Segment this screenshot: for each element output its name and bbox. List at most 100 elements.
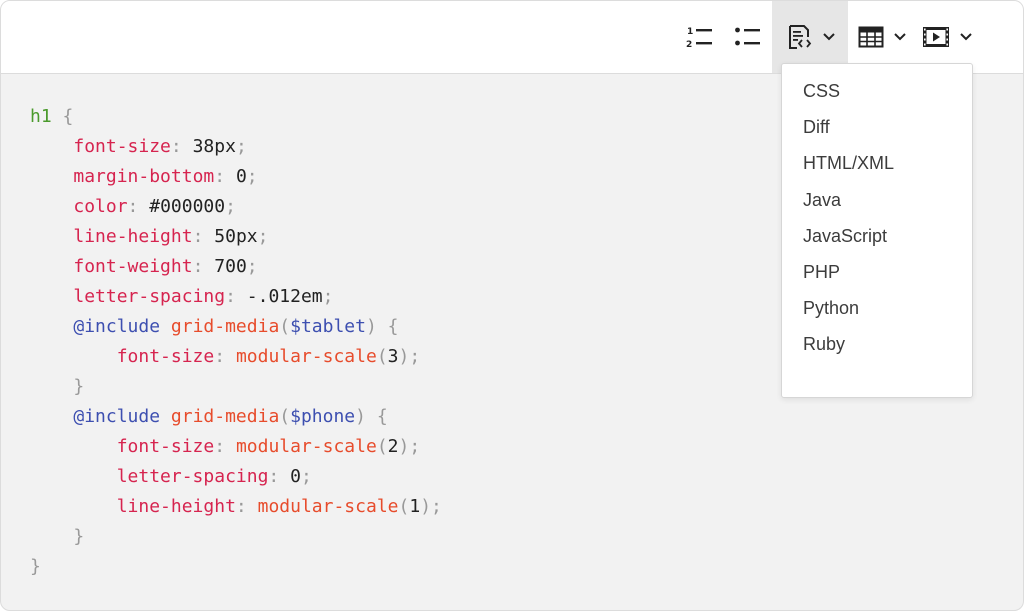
- code-token: );: [420, 496, 442, 517]
- code-line: @include grid-media($phone) {: [30, 402, 442, 432]
- code-token: font-weight: [73, 256, 193, 277]
- code-language-option[interactable]: Python: [782, 290, 972, 326]
- code-token: );: [398, 346, 421, 367]
- code-token: ) {: [355, 406, 388, 427]
- code-token: (: [279, 406, 291, 427]
- code-language-option[interactable]: Ruby: [782, 326, 972, 362]
- code-token: 700: [214, 256, 247, 277]
- code-token: @include: [73, 406, 161, 427]
- code-line: }: [30, 552, 442, 582]
- code-token: 2: [387, 436, 399, 457]
- code-line: letter-spacing: -.012em;: [30, 282, 442, 312]
- code-token: grid-media: [170, 316, 280, 337]
- code-line: line-height: modular-scale(1);: [30, 492, 442, 522]
- code-line: font-size: 38px;: [30, 132, 442, 162]
- code-token: ) {: [365, 316, 399, 337]
- code-token: modular-scale: [235, 436, 377, 457]
- code-token: ;: [257, 226, 269, 247]
- code-token: font-size: [116, 346, 215, 367]
- code-language-option[interactable]: Diff: [782, 109, 972, 145]
- code-token: :: [170, 136, 193, 157]
- code-token: (: [376, 436, 388, 457]
- bulleted-list-icon: [735, 27, 760, 46]
- code-token: {: [51, 106, 74, 127]
- code-token: color: [73, 196, 128, 217]
- code-token: ;: [246, 256, 258, 277]
- code-token: grid-media: [170, 406, 280, 427]
- chevron-down-icon: [960, 33, 972, 41]
- code-token: ;: [322, 286, 334, 307]
- code-line: color: #000000;: [30, 192, 442, 222]
- code-line: font-size: modular-scale(2);: [30, 432, 442, 462]
- table-icon: [858, 26, 884, 48]
- code-token: :: [214, 166, 236, 187]
- code-block-content[interactable]: h1 { font-size: 38px; margin-bottom: 0; …: [30, 102, 442, 582]
- code-token: modular-scale: [257, 496, 399, 517]
- code-line: font-weight: 700;: [30, 252, 442, 282]
- code-token: }: [73, 376, 85, 397]
- code-token: line-height: [116, 496, 236, 517]
- code-token: #000000: [149, 196, 226, 217]
- code-line: @include grid-media($tablet) {: [30, 312, 442, 342]
- code-token: :: [192, 226, 215, 247]
- svg-text:2: 2: [686, 40, 692, 49]
- code-line: }: [30, 372, 442, 402]
- code-token: line-height: [73, 226, 193, 247]
- code-language-option[interactable]: JavaScript: [782, 218, 972, 254]
- numbered-list-icon: 1 2: [686, 27, 712, 49]
- code-token: (: [376, 346, 388, 367]
- code-token: (: [398, 496, 410, 517]
- code-token: (: [279, 316, 291, 337]
- code-language-list: CSS Diff HTML/XML Java JavaScript PHP Python Ru…: [782, 64, 972, 363]
- code-line: letter-spacing: 0;: [30, 462, 442, 492]
- code-token: h1: [30, 106, 52, 127]
- code-token: }: [73, 526, 85, 547]
- code-token: $tablet: [290, 316, 366, 337]
- code-token: :: [235, 496, 258, 517]
- code-token: :: [214, 436, 236, 457]
- code-token: ;: [246, 166, 258, 187]
- bulleted-list-button[interactable]: [725, 1, 771, 73]
- code-language-option[interactable]: PHP: [782, 254, 972, 290]
- code-line: font-size: modular-scale(3);: [30, 342, 442, 372]
- numbered-list-button[interactable]: 1 2: [677, 1, 723, 73]
- code-token: $phone: [290, 406, 356, 427]
- code-token: font-size: [73, 136, 171, 157]
- code-token: ;: [300, 466, 312, 487]
- code-token: letter-spacing: [116, 466, 269, 487]
- code-language-option[interactable]: HTML/XML: [782, 145, 972, 181]
- code-token: 38px: [192, 136, 236, 157]
- code-token: 0: [235, 166, 247, 187]
- code-language-dropdown: CSS Diff HTML/XML Java JavaScript PHP Python Ru…: [781, 63, 973, 398]
- code-line: h1 {: [30, 102, 442, 132]
- code-line: line-height: 50px;: [30, 222, 442, 252]
- code-token: }: [30, 556, 41, 577]
- chevron-down-icon: [823, 33, 835, 41]
- code-language-option[interactable]: CSS: [782, 73, 972, 109]
- media-icon: [923, 27, 949, 47]
- code-token: @include: [73, 316, 161, 337]
- code-token: 0: [290, 466, 301, 487]
- code-token: letter-spacing: [73, 286, 226, 307]
- code-token: ;: [225, 196, 236, 217]
- code-token: 3: [387, 346, 399, 367]
- code-editor: 1 2 h1 {font-size: 38px; margin-bottom:…: [0, 0, 1024, 611]
- code-token: :: [268, 466, 291, 487]
- chevron-down-icon: [894, 33, 906, 41]
- code-token: );: [398, 436, 421, 457]
- code-token: :: [214, 346, 236, 367]
- code-language-option[interactable]: Java: [782, 182, 972, 218]
- code-token: :: [225, 286, 247, 307]
